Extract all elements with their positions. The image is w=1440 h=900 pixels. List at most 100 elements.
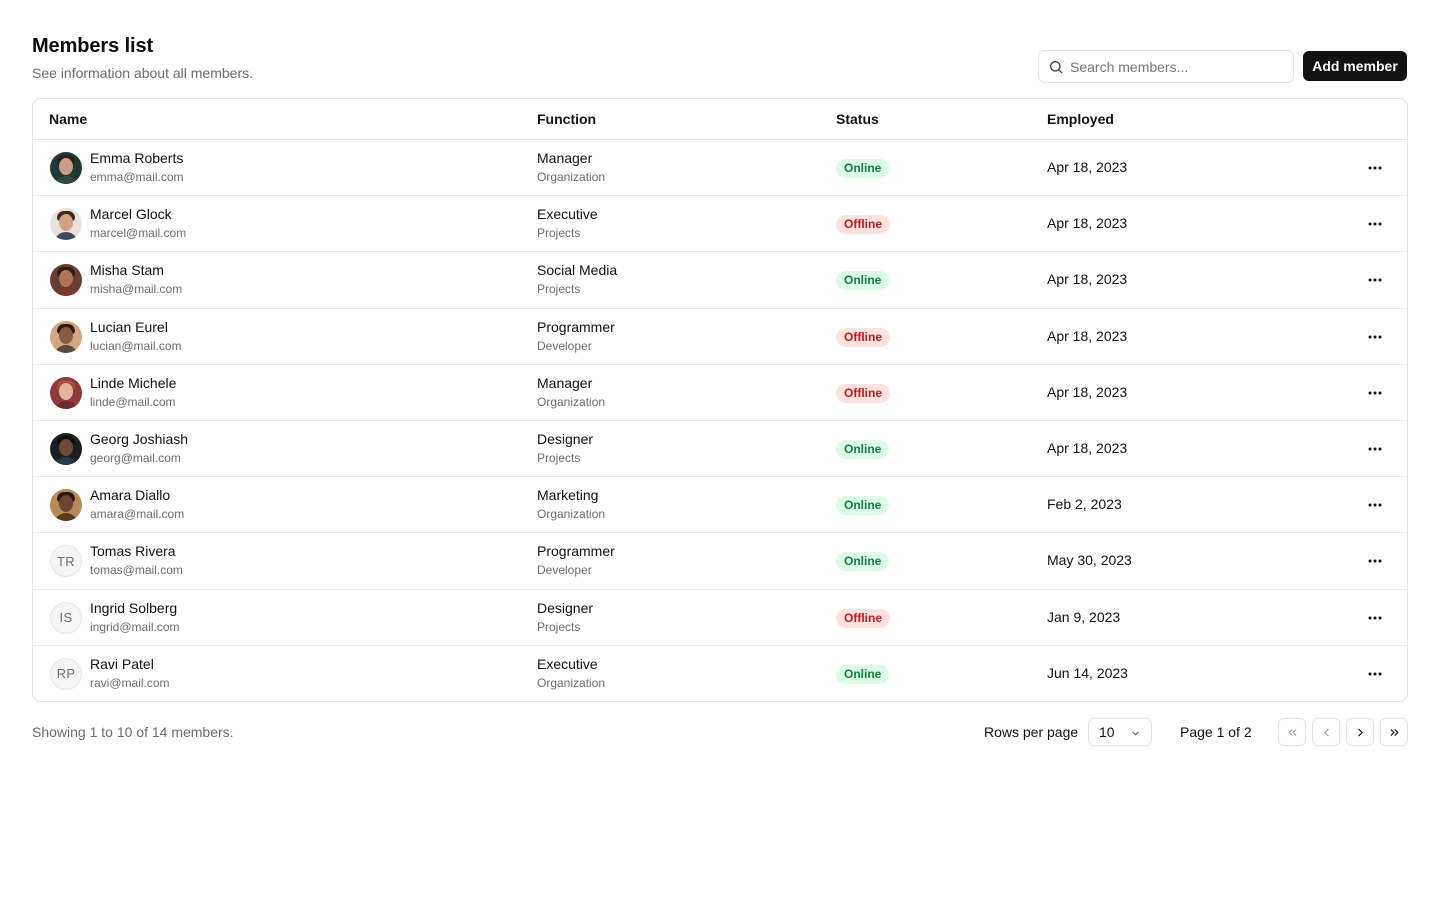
last-page-button[interactable] xyxy=(1380,718,1408,746)
more-horizontal-icon xyxy=(1368,222,1382,226)
search-icon xyxy=(1050,60,1063,73)
member-name: Georg Joshiash xyxy=(90,430,189,447)
row-actions-button[interactable] xyxy=(1363,212,1387,236)
rows-per-page-value: 10 xyxy=(1099,724,1115,740)
member-function: Marketing xyxy=(537,487,599,504)
member-name: Ravi Patel xyxy=(90,655,154,672)
employed-date: Apr 18, 2023 xyxy=(1047,271,1128,288)
page-title: Members list xyxy=(32,35,154,57)
member-department: Organization xyxy=(537,675,606,690)
avatar xyxy=(50,208,82,241)
column-header-function[interactable]: Function xyxy=(537,111,596,127)
table-row[interactable]: Marcel Glock marcel@mail.com Executive Proj… xyxy=(33,196,1407,253)
status-badge: Online xyxy=(836,496,890,516)
employed-date: Apr 18, 2023 xyxy=(1047,327,1128,344)
chevrons-right-icon xyxy=(1390,728,1398,736)
chevrons-left-icon xyxy=(1288,728,1296,736)
more-horizontal-icon xyxy=(1368,559,1382,563)
row-actions-button[interactable] xyxy=(1363,549,1387,573)
avatar xyxy=(50,376,82,409)
showing-count: Showing 1 to 10 of 14 members. xyxy=(32,724,234,740)
avatar xyxy=(50,152,82,184)
member-email: amara@mail.com xyxy=(90,507,185,522)
employed-date: Apr 18, 2023 xyxy=(1047,439,1128,456)
status-badge: Online xyxy=(836,271,890,291)
member-function: Executive xyxy=(537,655,598,672)
member-email: lucian@mail.com xyxy=(90,338,182,353)
member-department: Projects xyxy=(537,226,581,241)
row-actions-button[interactable] xyxy=(1363,493,1387,517)
employed-date: Apr 18, 2023 xyxy=(1047,383,1128,400)
column-header-name[interactable]: Name xyxy=(49,111,87,127)
employed-date: Jun 14, 2023 xyxy=(1047,664,1128,681)
page-header: Members list See information about all m… xyxy=(32,34,1408,98)
more-horizontal-icon xyxy=(1368,391,1382,395)
member-department: Organization xyxy=(537,170,606,184)
member-function: Programmer xyxy=(537,543,615,560)
status-badge: Offline xyxy=(836,608,890,628)
previous-page-button[interactable] xyxy=(1312,718,1340,746)
table-row[interactable]: IS Ingrid Solberg ingrid@mail.com Designer P… xyxy=(33,590,1407,646)
member-function: Executive xyxy=(537,206,598,223)
member-department: Developer xyxy=(537,563,592,578)
avatar xyxy=(50,432,82,465)
member-department: Organization xyxy=(537,394,606,409)
member-name: Marcel Glock xyxy=(90,206,172,223)
table-row[interactable]: Linde Michele linde@mail.com Manager Organi… xyxy=(33,365,1407,421)
row-actions-button[interactable] xyxy=(1363,381,1387,405)
employed-date: Jan 9, 2023 xyxy=(1047,608,1121,625)
table-row[interactable]: Misha Stam misha@mail.com Social Media Proj… xyxy=(33,252,1407,309)
table-row[interactable]: Georg Joshiash georg@mail.com Designer Proj… xyxy=(33,421,1407,478)
member-email: emma@mail.com xyxy=(90,170,184,184)
first-page-button[interactable] xyxy=(1278,718,1306,746)
column-header-employed[interactable]: Employed xyxy=(1047,111,1114,127)
status-badge: Online xyxy=(836,159,890,178)
more-horizontal-icon xyxy=(1368,447,1382,451)
table-row[interactable]: RP Ravi Patel ravi@mail.com Executive Organi… xyxy=(33,646,1407,701)
employed-date: Feb 2, 2023 xyxy=(1047,496,1122,513)
row-actions-button[interactable] xyxy=(1363,437,1387,461)
member-email: marcel@mail.com xyxy=(90,226,187,241)
status-badge: Online xyxy=(836,552,890,572)
rows-per-page-label: Rows per page xyxy=(984,724,1079,740)
row-actions-button[interactable] xyxy=(1363,268,1387,292)
column-header-status[interactable]: Status xyxy=(836,111,879,127)
member-name: Ingrid Solberg xyxy=(90,599,178,616)
status-badge: Offline xyxy=(836,383,890,403)
member-email: tomas@mail.com xyxy=(90,563,183,578)
row-actions-button[interactable] xyxy=(1363,662,1387,686)
table-footer: Showing 1 to 10 of 14 members. Rows per … xyxy=(32,718,1408,746)
status-badge: Online xyxy=(836,664,890,684)
row-actions-button[interactable] xyxy=(1363,606,1387,630)
member-email: ingrid@mail.com xyxy=(90,619,180,634)
members-table: Name Function Status Employed Emma Rober… xyxy=(32,98,1408,702)
more-horizontal-icon xyxy=(1368,166,1382,170)
member-department: Organization xyxy=(537,507,606,522)
table-row[interactable]: Amara Diallo amara@mail.com Marketing Organ… xyxy=(33,477,1407,534)
employed-date: Apr 18, 2023 xyxy=(1047,215,1128,232)
avatar xyxy=(50,320,82,353)
member-name: Linde Michele xyxy=(90,374,177,391)
search-input[interactable] xyxy=(1070,58,1270,75)
rows-per-page-select[interactable]: 10 xyxy=(1088,718,1152,746)
member-name: Amara Diallo xyxy=(90,487,171,504)
more-horizontal-icon xyxy=(1368,335,1382,339)
search-box[interactable] xyxy=(1038,50,1294,83)
member-function: Social Media xyxy=(537,262,618,279)
avatar: TR xyxy=(50,545,82,578)
avatar xyxy=(50,489,82,522)
member-function: Designer xyxy=(537,430,594,447)
row-actions-button[interactable] xyxy=(1363,156,1387,180)
member-name: Tomas Rivera xyxy=(90,543,176,560)
table-row[interactable]: Lucian Eurel lucian@mail.com Programmer Dev… xyxy=(33,309,1407,365)
table-row[interactable]: TR Tomas Rivera tomas@mail.com Programmer De… xyxy=(33,533,1407,590)
member-name: Misha Stam xyxy=(90,262,164,279)
chevron-left-icon xyxy=(1323,728,1329,736)
members-page: Members list See information about all m… xyxy=(32,34,1408,746)
add-member-button[interactable]: Add member xyxy=(1303,51,1407,81)
row-actions-button[interactable] xyxy=(1363,325,1387,349)
table-row[interactable]: Emma Roberts emma@mail.com Manager Organiza… xyxy=(33,140,1407,197)
more-horizontal-icon xyxy=(1368,503,1382,507)
member-department: Projects xyxy=(537,282,581,297)
next-page-button[interactable] xyxy=(1346,718,1374,746)
